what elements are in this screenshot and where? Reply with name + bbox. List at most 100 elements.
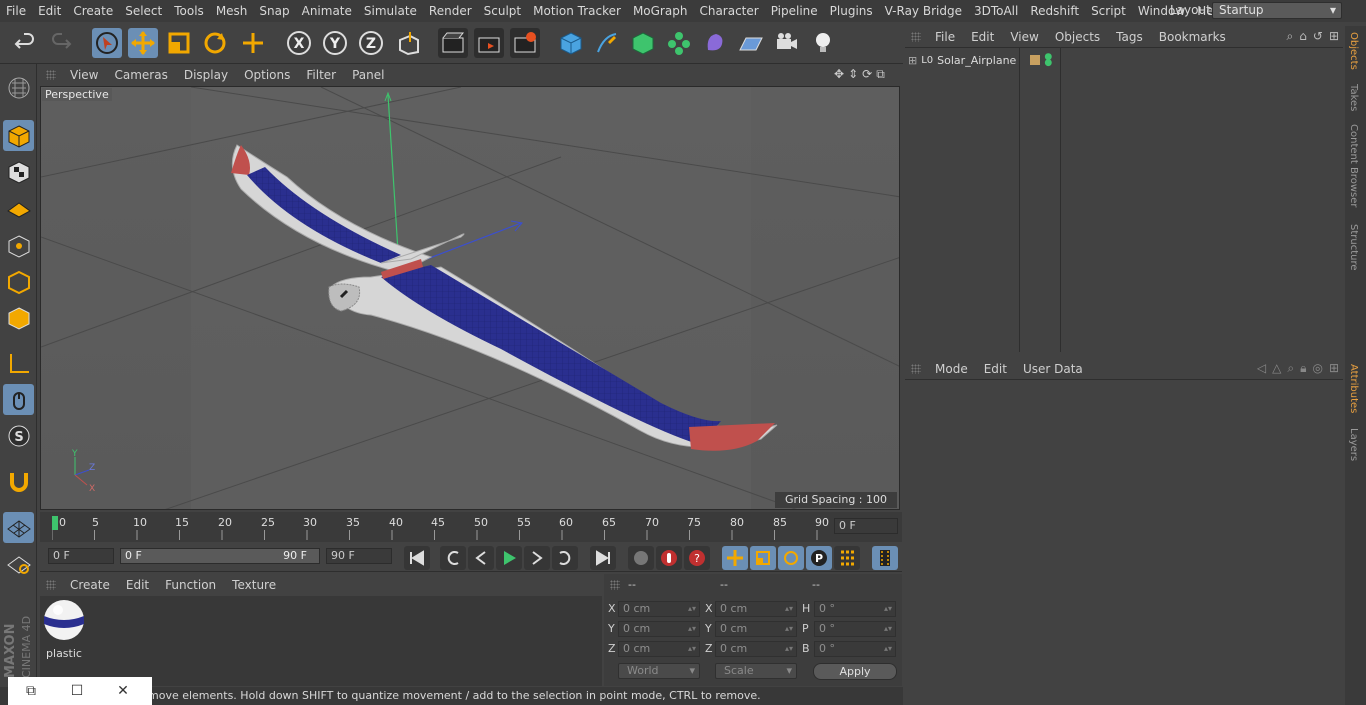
new-panel-icon[interactable]: ⊞ [1329, 361, 1339, 376]
menu-motion-tracker[interactable]: Motion Tracker [527, 0, 627, 22]
viewport-menu-view[interactable]: View [62, 68, 106, 82]
tab-attributes[interactable]: Attributes [1348, 364, 1359, 413]
go-to-end-icon[interactable] [590, 546, 616, 570]
menu-select[interactable]: Select [119, 0, 168, 22]
rotate-icon[interactable] [200, 28, 230, 58]
current-frame-field[interactable]: 0 F [834, 518, 898, 534]
viewport-menu-cameras[interactable]: Cameras [106, 68, 175, 82]
edges-mode-icon[interactable] [3, 266, 34, 297]
objects-menu-file[interactable]: File [927, 30, 963, 44]
menu-snap[interactable]: Snap [253, 0, 295, 22]
objects-menu-edit[interactable]: Edit [963, 30, 1002, 44]
key-parameter-icon[interactable]: P [806, 546, 832, 570]
key-scale-icon[interactable] [750, 546, 776, 570]
search-icon[interactable]: ⌕ [1287, 29, 1294, 44]
go-to-start-icon[interactable] [404, 546, 430, 570]
timeline-window-icon[interactable] [872, 546, 898, 570]
make-editable-icon[interactable] [3, 72, 34, 103]
tab-structure[interactable]: Structure [1348, 224, 1359, 271]
render-view-icon[interactable] [438, 28, 468, 58]
menu-render[interactable]: Render [423, 0, 478, 22]
key-pla-icon[interactable] [834, 546, 860, 570]
tab-content-browser[interactable]: Content Browser [1348, 124, 1359, 207]
tab-takes[interactable]: Takes [1348, 84, 1359, 111]
menu-vray-bridge[interactable]: V-Ray Bridge [879, 0, 968, 22]
points-mode-icon[interactable] [3, 230, 34, 261]
snap-settings-icon[interactable] [3, 548, 34, 579]
material-menu-create[interactable]: Create [62, 578, 118, 592]
floor-icon[interactable] [736, 28, 766, 58]
material-menu-function[interactable]: Function [157, 578, 224, 592]
cloner-icon[interactable] [664, 28, 694, 58]
menu-create[interactable]: Create [67, 0, 119, 22]
pen-icon[interactable] [592, 28, 622, 58]
maximize-icon[interactable]: ☐ [54, 683, 100, 699]
select-arrow-icon[interactable] [92, 28, 122, 58]
x-axis-icon[interactable]: X [284, 28, 314, 58]
axis-mode-icon[interactable] [3, 348, 34, 379]
viewport-menu-panel[interactable]: Panel [344, 68, 392, 82]
workplane-mode-icon[interactable] [3, 192, 34, 223]
menu-3dtoall[interactable]: 3DToAll [968, 0, 1024, 22]
objects-menu-tags[interactable]: Tags [1108, 30, 1151, 44]
tab-objects[interactable]: Objects [1348, 32, 1359, 70]
texture-mode-icon[interactable] [3, 156, 34, 187]
menu-pipeline[interactable]: Pipeline [765, 0, 824, 22]
rot-h-field[interactable]: 0 ° ▴▾ [814, 601, 896, 617]
polygons-mode-icon[interactable] [3, 302, 34, 333]
dolly-view-icon[interactable]: ⇕ [848, 67, 858, 82]
back-arrow-icon[interactable]: ◁ [1257, 361, 1266, 376]
motion-record-icon[interactable] [628, 546, 654, 570]
material-menu-texture[interactable]: Texture [224, 578, 284, 592]
objects-menu-view[interactable]: View [1002, 30, 1046, 44]
key-rotation-icon[interactable] [778, 546, 804, 570]
visibility-dots-icon[interactable]: ● ● [1044, 53, 1052, 68]
lock-icon[interactable]: 🔒︎ [1300, 361, 1306, 376]
tab-layers[interactable]: Layers [1348, 428, 1359, 461]
render-picture-viewer-icon[interactable] [474, 28, 504, 58]
layer-color-swatch[interactable] [1030, 55, 1041, 65]
material-swatch-plastic[interactable]: plastic [42, 598, 86, 660]
solo-mode-icon[interactable]: S [3, 420, 34, 451]
tweak-mode-icon[interactable] [3, 384, 34, 415]
live-selection-icon[interactable] [238, 28, 268, 58]
attributes-menu-user-data[interactable]: User Data [1015, 362, 1091, 376]
back-icon[interactable]: ↺ [1313, 29, 1323, 44]
previous-key-icon[interactable] [440, 546, 466, 570]
y-axis-icon[interactable]: Y [320, 28, 350, 58]
search-icon[interactable]: ⌕ [1287, 361, 1294, 376]
target-icon[interactable]: ◎ [1312, 361, 1322, 376]
key-position-icon[interactable] [722, 546, 748, 570]
home-icon[interactable]: ⌂ [1299, 29, 1307, 44]
size-y-field[interactable]: 0 cm ▴▾ [715, 621, 797, 637]
start-frame-field[interactable]: 0 F [48, 548, 114, 564]
objects-menu-bookmarks[interactable]: Bookmarks [1151, 30, 1234, 44]
menu-animate[interactable]: Animate [296, 0, 358, 22]
menu-mesh[interactable]: Mesh [210, 0, 254, 22]
record-active-objects-icon[interactable] [656, 546, 682, 570]
size-z-field[interactable]: 0 cm ▴▾ [715, 641, 797, 657]
close-icon[interactable]: ✕ [100, 683, 146, 699]
size-mode-select[interactable]: Scale ▾ [715, 663, 797, 679]
cube-icon[interactable] [556, 28, 586, 58]
next-key-icon[interactable] [552, 546, 578, 570]
viewport-menu-options[interactable]: Options [236, 68, 298, 82]
end-frame-field[interactable]: 90 F [326, 548, 392, 564]
menu-character[interactable]: Character [693, 0, 764, 22]
menu-file[interactable]: File [0, 0, 32, 22]
layout-select[interactable]: Startup ▾ [1212, 2, 1342, 19]
deformer-icon[interactable] [700, 28, 730, 58]
perspective-viewport[interactable]: Y Z X [40, 86, 900, 510]
menu-plugins[interactable]: Plugins [824, 0, 879, 22]
pan-view-icon[interactable]: ✥ [834, 67, 844, 82]
maximize-view-icon[interactable]: ⧉ [876, 67, 885, 82]
pos-x-field[interactable]: 0 cm ▴▾ [618, 601, 700, 617]
subdivision-icon[interactable] [628, 28, 658, 58]
objects-menu-objects[interactable]: Objects [1047, 30, 1108, 44]
expand-icon[interactable]: ⊞ [908, 54, 917, 67]
attributes-menu-mode[interactable]: Mode [927, 362, 976, 376]
autokeying-icon[interactable]: ? [684, 546, 710, 570]
viewport-menu-display[interactable]: Display [176, 68, 236, 82]
light-icon[interactable] [808, 28, 838, 58]
menu-script[interactable]: Script [1085, 0, 1132, 22]
